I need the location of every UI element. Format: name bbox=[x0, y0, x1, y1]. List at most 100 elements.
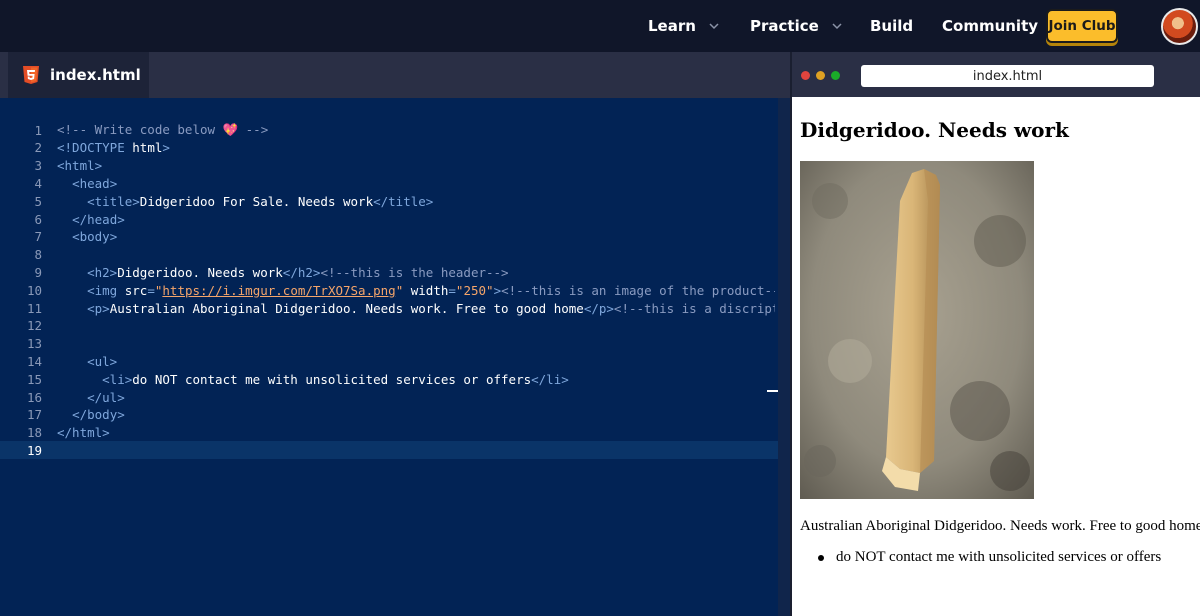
code-token: width bbox=[410, 282, 449, 298]
preview-pane: index.html Didgeridoo. Needs work Austra… bbox=[792, 52, 1200, 616]
code-line[interactable]: 6 </head> bbox=[0, 210, 778, 228]
bullet-icon bbox=[818, 554, 824, 561]
code-token: <img bbox=[87, 282, 125, 298]
line-number: 12 bbox=[26, 318, 42, 334]
preview-paragraph: Australian Aboriginal Didgeridoo. Needs … bbox=[800, 518, 1200, 534]
code-token: https://i.imgur.com/TrXO7Sa.png bbox=[162, 282, 396, 298]
code-line[interactable]: 9 <h2>Didgeridoo. Needs work</h2><!--thi… bbox=[0, 263, 778, 281]
code-line[interactable]: 2 <!DOCTYPE html> bbox=[0, 139, 778, 157]
line-number: 18 bbox=[26, 425, 42, 441]
line-number: 11 bbox=[26, 300, 42, 316]
code-token: "250" bbox=[455, 282, 494, 298]
line-number: 13 bbox=[26, 336, 42, 352]
code-area[interactable]: 1 <!-- Write code below 💖 --> 2 <!DOCTYPE h… bbox=[0, 121, 778, 616]
code-line[interactable]: 8 bbox=[0, 246, 778, 264]
code-token: </html> bbox=[57, 425, 110, 441]
code-line[interactable]: 19 bbox=[0, 441, 778, 460]
code-token: do NOT contact me with unsolicited servi… bbox=[132, 371, 532, 387]
preview-browser-bar: index.html bbox=[792, 52, 1200, 97]
user-avatar[interactable] bbox=[1161, 8, 1198, 45]
nav-learn[interactable]: Learn bbox=[648, 0, 720, 52]
code-token: </head> bbox=[72, 211, 125, 227]
code-line[interactable]: 18 </html> bbox=[0, 424, 778, 442]
tab-label: index.html bbox=[50, 66, 141, 84]
code-line[interactable]: 10 <img src="https://i.imgur.com/TrXO7Sa… bbox=[0, 281, 778, 299]
line-number: 1 bbox=[34, 122, 42, 138]
code-text: <head> bbox=[57, 176, 775, 191]
preview-list-item-text: do NOT contact me with unsolicited servi… bbox=[836, 549, 1162, 565]
code-token: </p> bbox=[583, 300, 614, 316]
line-number: 2 bbox=[34, 140, 42, 156]
code-token: > bbox=[162, 140, 170, 156]
line-number: 9 bbox=[34, 264, 42, 280]
code-line[interactable]: 5 <title>Didgeridoo For Sale. Needs work… bbox=[0, 192, 778, 210]
join-club-button[interactable]: Join Club bbox=[1046, 9, 1118, 43]
code-line[interactable]: 11 <p>Australian Aboriginal Didgeridoo. … bbox=[0, 299, 778, 317]
line-number: 14 bbox=[26, 353, 42, 369]
code-token: = bbox=[448, 282, 456, 298]
line-number: 19 bbox=[26, 442, 42, 458]
code-token: Didgeridoo For Sale. Needs work bbox=[139, 193, 374, 209]
line-number: 8 bbox=[34, 247, 42, 263]
maximize-dot-icon bbox=[831, 71, 840, 80]
code-token: <html> bbox=[57, 158, 103, 174]
horizontal-scroll-thumb[interactable] bbox=[767, 390, 778, 392]
code-line[interactable]: 7 <body> bbox=[0, 228, 778, 246]
code-text: <body> bbox=[57, 229, 775, 244]
line-number: 6 bbox=[34, 211, 42, 227]
nav-build[interactable]: Build bbox=[870, 0, 913, 52]
code-text: <html> bbox=[57, 158, 775, 173]
product-image bbox=[800, 161, 1034, 499]
code-line[interactable]: 15 <li>do NOT contact me with unsolicite… bbox=[0, 370, 778, 388]
code-line[interactable]: 16 </ul> bbox=[0, 388, 778, 406]
code-token: <!--this is the header--> bbox=[320, 264, 509, 280]
line-number: 5 bbox=[34, 193, 42, 209]
code-token: </h2> bbox=[282, 264, 321, 280]
code-token: <p> bbox=[87, 300, 110, 316]
code-text: <p>Australian Aboriginal Didgeridoo. Nee… bbox=[57, 301, 775, 316]
code-token: <head> bbox=[72, 175, 118, 191]
code-line[interactable]: 13 bbox=[0, 335, 778, 353]
code-token: <!--this is a discription bbox=[613, 300, 775, 316]
code-text: <img src="https://i.imgur.com/TrXO7Sa.pn… bbox=[57, 283, 775, 298]
code-line[interactable]: 3 <html> bbox=[0, 157, 778, 175]
preview-heading: Didgeridoo. Needs work bbox=[800, 118, 1069, 142]
code-line[interactable]: 14 <ul> bbox=[0, 352, 778, 370]
code-token: = bbox=[147, 282, 155, 298]
code-text: <!-- Write code below 💖 --> bbox=[57, 122, 775, 138]
code-token: Didgeridoo. Needs work bbox=[117, 264, 283, 280]
code-line[interactable]: 17 </body> bbox=[0, 406, 778, 424]
code-token: > bbox=[493, 282, 502, 298]
code-token: <title> bbox=[87, 193, 140, 209]
code-text: </head> bbox=[57, 212, 775, 227]
nav-practice-label: Practice bbox=[750, 17, 819, 35]
nav-community[interactable]: Community bbox=[942, 0, 1038, 52]
code-line[interactable]: 1 <!-- Write code below 💖 --> bbox=[0, 121, 778, 139]
code-text: <ul> bbox=[57, 354, 775, 369]
preview-url-bar[interactable]: index.html bbox=[861, 65, 1154, 87]
minimize-dot-icon bbox=[816, 71, 825, 80]
code-token: <!--this is an image of the product--> bbox=[501, 282, 775, 298]
code-text: <li>do NOT contact me with unsolicited s… bbox=[57, 372, 775, 387]
nav-practice[interactable]: Practice bbox=[750, 0, 843, 52]
line-number: 17 bbox=[26, 407, 42, 423]
code-line[interactable]: 4 <head> bbox=[0, 174, 778, 192]
code-line[interactable]: 12 bbox=[0, 317, 778, 335]
code-token: <li> bbox=[102, 371, 133, 387]
editor-scrollbar[interactable] bbox=[778, 98, 790, 616]
code-token: src bbox=[124, 282, 148, 298]
tab-index-html[interactable]: index.html bbox=[8, 52, 149, 98]
code-token: <h2> bbox=[87, 264, 118, 280]
nav-build-label: Build bbox=[870, 17, 914, 35]
code-token: Australian Aboriginal Didgeridoo. Needs … bbox=[109, 300, 584, 316]
code-text: <h2>Didgeridoo. Needs work</h2><!--this … bbox=[57, 265, 775, 280]
